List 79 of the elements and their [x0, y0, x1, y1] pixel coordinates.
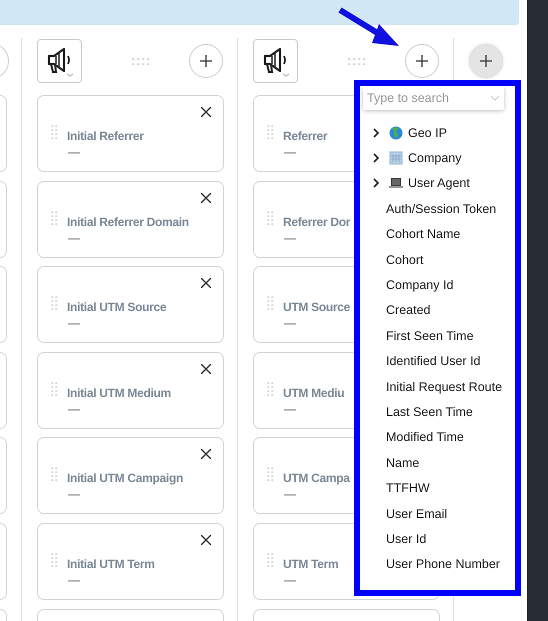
card-value: — [68, 572, 80, 588]
card-label: Initial UTM Term [67, 556, 155, 572]
card-label: Initial UTM Medium [67, 384, 171, 401]
menu-item[interactable]: User Id [363, 526, 426, 552]
card-label: Initial Referrer [67, 128, 144, 144]
menu-item[interactable]: User Phone Number [363, 552, 500, 578]
drag-handle-icon[interactable] [51, 382, 58, 397]
menu-item[interactable]: First Seen Time [363, 323, 474, 349]
arrow [338, 7, 400, 47]
event-type-dropdown[interactable] [253, 39, 298, 83]
plus-icon [200, 55, 212, 67]
card-value: — [284, 572, 296, 588]
card-label: UTM Campa [283, 470, 350, 486]
menu-item[interactable]: Name [363, 450, 420, 476]
search-field[interactable]: Type to search [363, 86, 504, 110]
close-icon[interactable] [201, 534, 211, 545]
chevron-icon[interactable] [373, 178, 380, 188]
card-value: — [68, 400, 80, 417]
menu-item[interactable]: User Email [363, 500, 448, 526]
menu-item[interactable]: Auth/Session Token [363, 196, 496, 222]
close-icon[interactable] [201, 107, 211, 117]
card-value: — [68, 486, 80, 502]
menu-item[interactable]: Initial Request Route [363, 374, 502, 400]
menu-item[interactable]: Company Id [363, 272, 454, 298]
card-label: Initial Referrer Domain [67, 214, 189, 230]
drag-handle-icon[interactable] [51, 296, 58, 312]
menu-item[interactable]: TTFHW [363, 475, 430, 501]
chevron-icon[interactable] [373, 153, 380, 164]
menu-item[interactable]: Cohort Name [363, 222, 460, 247]
event-type-dropdown[interactable] [37, 39, 82, 83]
card-label: UTM Term [283, 556, 338, 572]
card-value: — [284, 144, 296, 160]
drag-handle-icon[interactable] [267, 552, 274, 568]
card-value: — [68, 144, 80, 160]
menu-item[interactable]: Created [363, 298, 430, 324]
drag-handle-icon[interactable] [348, 58, 366, 64]
menu-item[interactable]: Last Seen Time [363, 399, 473, 425]
close-icon[interactable] [201, 192, 211, 203]
add-button[interactable] [189, 44, 223, 78]
plus-icon [416, 55, 428, 67]
card-value: — [284, 400, 296, 417]
close-icon[interactable] [201, 364, 211, 374]
building-icon [389, 151, 403, 166]
card-label: UTM Mediu [283, 384, 344, 401]
close-icon[interactable] [201, 449, 211, 460]
menu-item[interactable]: Identified User Id [363, 348, 480, 374]
globe-icon [389, 126, 403, 140]
close-icon[interactable] [201, 278, 211, 288]
drag-handle-icon[interactable] [132, 58, 150, 64]
drag-handle-icon[interactable] [267, 467, 274, 482]
chevron-icon[interactable] [373, 128, 380, 138]
add-button[interactable] [469, 44, 503, 78]
card-value: — [284, 315, 296, 332]
drag-handle-icon[interactable] [267, 210, 274, 226]
drag-handle-icon[interactable] [51, 552, 58, 568]
laptop-icon [389, 176, 403, 190]
card-label: Initial UTM Campaign [67, 470, 184, 486]
card-label: Referrer Dor [283, 214, 350, 230]
drag-handle-icon[interactable] [51, 467, 58, 482]
menu-item[interactable]: Cohort [363, 246, 424, 272]
plus-icon [480, 55, 492, 67]
card-label: Referrer [283, 128, 328, 144]
card-value: — [284, 486, 296, 502]
menu-item[interactable]: User Agent [363, 170, 470, 196]
drag-handle-icon[interactable] [267, 296, 274, 312]
drag-handle-icon[interactable] [51, 210, 58, 226]
card-value: — [284, 230, 296, 246]
drag-handle-icon[interactable] [51, 125, 58, 140]
add-button[interactable] [405, 44, 439, 78]
menu-item[interactable]: Company [363, 145, 462, 171]
card-value: — [68, 230, 80, 246]
drag-handle-icon[interactable] [267, 125, 274, 140]
menu-item[interactable]: Geo IP [363, 120, 447, 146]
card-label: Initial UTM Source [67, 299, 166, 316]
card-label: UTM Source [283, 299, 350, 316]
menu-item[interactable]: Modified Time [363, 424, 464, 450]
drag-handle-icon[interactable] [267, 382, 274, 397]
caret-icon [491, 96, 499, 101]
card-value: — [68, 315, 80, 332]
